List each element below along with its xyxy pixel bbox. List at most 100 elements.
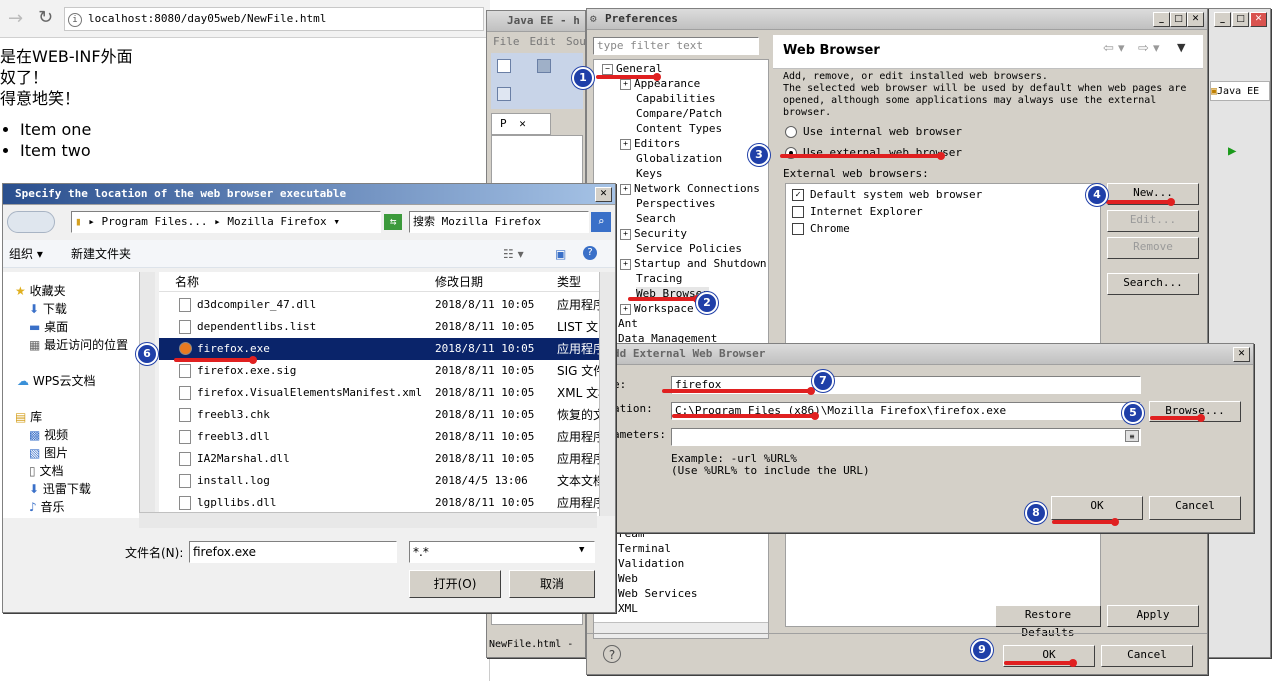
tree-item[interactable]: Ant xyxy=(618,317,638,331)
column-date[interactable]: 修改日期 xyxy=(435,272,483,292)
tree-item[interactable]: + Editors xyxy=(620,137,680,151)
maximize-button[interactable]: □ xyxy=(1232,12,1249,27)
remove-button[interactable]: Remove xyxy=(1107,237,1199,259)
perspective-switcher[interactable]: ▣Java EE xyxy=(1210,81,1270,101)
expand-icon[interactable]: + xyxy=(620,78,631,90)
nav-item[interactable]: ▦ 最近访问的位置 xyxy=(29,336,128,353)
nav-item[interactable]: ▧ 图片 xyxy=(29,444,68,461)
add-browser-cancel-button[interactable]: Cancel xyxy=(1149,496,1241,520)
organize-button[interactable]: 组织 ▾ xyxy=(9,240,43,268)
expand-icon[interactable]: + xyxy=(620,258,631,270)
nav-item[interactable]: ▩ 视频 xyxy=(29,426,68,443)
close-button[interactable]: ✕ xyxy=(1250,12,1267,27)
tree-item[interactable]: Web Services xyxy=(618,587,697,601)
file-list-scrollbar[interactable] xyxy=(599,272,615,516)
table-row[interactable]: dependentlibs.list 2018/8/11 10:05 LIST 文 xyxy=(159,316,599,338)
edit-button[interactable]: Edit... xyxy=(1107,210,1199,232)
expand-icon[interactable]: + xyxy=(620,183,631,195)
list-item[interactable]: ✓ Default system web browser xyxy=(792,188,982,201)
tree-item[interactable]: Web xyxy=(618,572,638,586)
breadcrumb-part[interactable]: ▸ xyxy=(214,215,227,228)
close-button[interactable]: ✕ xyxy=(595,187,612,202)
breadcrumb-part[interactable]: Mozilla Firefox xyxy=(227,215,326,228)
table-row[interactable]: d3dcompiler_47.dll 2018/8/11 10:05 应用程序 xyxy=(159,294,599,316)
close-button[interactable]: ✕ xyxy=(1233,347,1250,362)
menu-file[interactable]: File xyxy=(493,35,520,48)
table-row[interactable]: IA2Marshal.dll 2018/8/11 10:05 应用程序 xyxy=(159,448,599,470)
tree-scrollbar[interactable] xyxy=(594,622,768,638)
status-tab[interactable]: NewFile.html - xyxy=(489,639,585,657)
checkbox-icon[interactable]: ✓ xyxy=(792,189,804,201)
list-item[interactable]: Internet Explorer xyxy=(792,205,923,218)
column-name[interactable]: 名称 xyxy=(175,272,199,292)
table-row[interactable]: freebl3.chk 2018/8/11 10:05 恢复的文 xyxy=(159,404,599,426)
search-icon[interactable]: ⌕ xyxy=(591,212,611,232)
minimize-button[interactable]: _ xyxy=(1214,12,1231,27)
nav-library[interactable]: ▤ 库 xyxy=(15,408,42,425)
help-icon[interactable]: ? xyxy=(603,645,621,663)
new-icon[interactable] xyxy=(497,59,511,73)
table-row[interactable]: firefox.exe 2018/8/11 10:05 应用程序 xyxy=(159,338,599,360)
variables-icon[interactable]: ≡ xyxy=(1125,430,1139,442)
search-button[interactable]: Search... xyxy=(1107,273,1199,295)
list-item[interactable]: Chrome xyxy=(792,222,850,235)
filter-input[interactable]: type filter text xyxy=(593,37,759,55)
nav-item[interactable]: ▬ 桌面 xyxy=(29,318,68,335)
help-icon[interactable]: ? xyxy=(583,246,597,260)
preferences-cancel-button[interactable]: Cancel xyxy=(1101,645,1193,667)
table-row[interactable]: install.log 2018/4/5 13:06 文本文档 xyxy=(159,470,599,492)
maximize-button[interactable]: □ xyxy=(1170,12,1187,27)
view-options-icon[interactable]: ☷ ▾ xyxy=(503,240,524,268)
close-button[interactable]: ✕ xyxy=(1187,12,1204,27)
restore-defaults-button[interactable]: Restore Defaults xyxy=(995,605,1101,639)
expand-icon[interactable]: + xyxy=(620,138,631,150)
tree-item[interactable]: Service Policies xyxy=(636,242,742,256)
nav-item[interactable]: ⬇ 下载 xyxy=(29,300,67,317)
forward-arrow-icon[interactable]: ⇨ ▾ xyxy=(1138,41,1160,56)
menu-icon[interactable]: ▼ xyxy=(1177,41,1185,54)
breadcrumb-part[interactable]: Program Files... xyxy=(102,215,208,228)
tree-item[interactable]: Terminal xyxy=(618,542,671,556)
column-type[interactable]: 类型 xyxy=(557,272,581,292)
nav-item[interactable]: ♪ 音乐 xyxy=(29,498,65,515)
tree-item[interactable]: Tracing xyxy=(636,272,682,286)
tree-item[interactable]: + Workspace xyxy=(620,302,694,316)
tree-item[interactable]: Perspectives xyxy=(636,197,715,211)
preview-pane-icon[interactable]: ▣ xyxy=(555,240,566,268)
breadcrumb-part[interactable]: ▸ xyxy=(88,215,101,228)
filename-input[interactable]: firefox.exe xyxy=(189,541,397,563)
nav-scrollbar[interactable] xyxy=(139,272,155,518)
project-explorer-tab[interactable]: P ✕ xyxy=(491,113,551,135)
run-icon[interactable] xyxy=(497,87,511,101)
refresh-icon[interactable]: ⇆ xyxy=(384,214,402,230)
tree-item[interactable]: Globalization xyxy=(636,152,722,166)
file-type-select[interactable]: *.* xyxy=(409,541,595,563)
run-icon[interactable]: ▶ xyxy=(1228,143,1236,159)
open-button[interactable]: 打开(O) xyxy=(409,570,501,598)
address-bar[interactable]: i localhost:8080/day05web/NewFile.html xyxy=(64,7,484,31)
nav-item[interactable]: ▯ 文档 xyxy=(29,462,63,479)
nav-favorites[interactable]: ★ 收藏夹 xyxy=(15,282,66,299)
table-row[interactable]: lgpllibs.dll 2018/8/11 10:05 应用程序 xyxy=(159,492,599,514)
expand-icon[interactable]: + xyxy=(620,228,631,240)
tree-item[interactable]: + Startup and Shutdown xyxy=(620,257,766,271)
close-icon[interactable]: ✕ xyxy=(519,117,526,130)
back-arrow-icon[interactable]: ⇦ ▾ xyxy=(1103,41,1125,56)
file-cancel-button[interactable]: 取消 xyxy=(509,570,595,598)
minimize-button[interactable]: _ xyxy=(1153,12,1170,27)
checkbox-icon[interactable] xyxy=(792,223,804,235)
tree-item[interactable]: Capabilities xyxy=(636,92,715,106)
horizontal-scrollbar[interactable] xyxy=(139,512,597,528)
parameters-input[interactable] xyxy=(671,428,1141,446)
tree-item[interactable]: Compare/Patch xyxy=(636,107,722,121)
search-input[interactable]: 搜索 Mozilla Firefox xyxy=(409,211,589,233)
radio-icon[interactable] xyxy=(785,126,797,138)
tree-item[interactable]: XML xyxy=(618,602,638,616)
chevron-down-icon[interactable]: ▼ xyxy=(579,545,584,555)
chevron-down-icon[interactable]: ▾ xyxy=(333,215,340,228)
nav-wps[interactable]: ☁ WPS云文档 xyxy=(17,372,96,389)
checkbox-icon[interactable] xyxy=(792,206,804,218)
nav-back-forward[interactable] xyxy=(7,211,55,233)
tree-item[interactable]: Search xyxy=(636,212,676,226)
tree-item[interactable]: Keys xyxy=(636,167,663,181)
